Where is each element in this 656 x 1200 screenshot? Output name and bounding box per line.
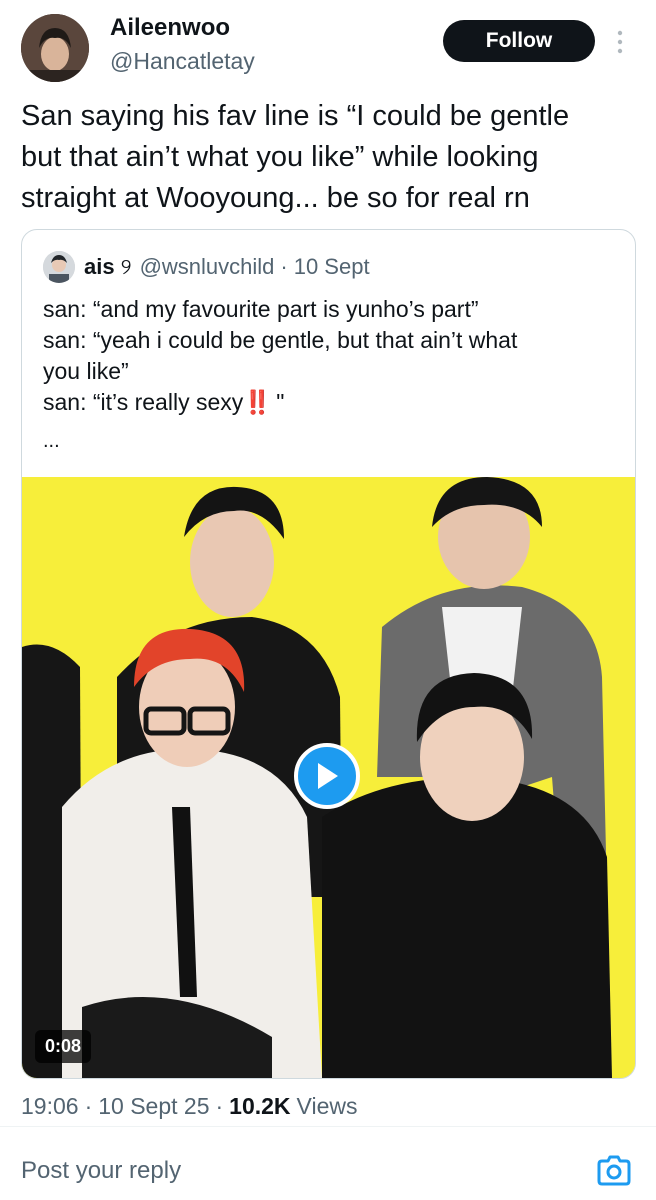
video-player[interactable]: 0:08	[22, 477, 635, 1078]
double-exclamation-emoji: ‼️	[243, 389, 272, 415]
meta-separator: ·	[215, 1093, 224, 1119]
tweet-header: Aileenwoo @Hancatletay Follow	[0, 0, 656, 90]
quoted-tweet[interactable]: ais ୨ @wsnluvchild · 10 Sept san: “and m…	[21, 229, 636, 1079]
views-count[interactable]: 10.2K	[229, 1093, 290, 1120]
tweet-text: San saying his fav line is “I could be g…	[21, 100, 570, 214]
views-label: Views	[296, 1093, 358, 1119]
video-duration: 0:08	[35, 1030, 92, 1063]
author-avatar[interactable]	[21, 14, 89, 82]
quote-line: san: “yeah i could be gentle, but that a…	[43, 327, 518, 353]
meta-separator: ·	[84, 1093, 93, 1119]
camera-icon[interactable]	[596, 1152, 632, 1188]
vertical-ellipsis-icon[interactable]	[612, 28, 628, 56]
quote-header: ais ୨ @wsnluvchild · 10 Sept	[43, 250, 370, 284]
quote-name-glyph: ୨	[120, 254, 132, 279]
quote-text: san: “and my favourite part is yunho’s p…	[43, 294, 613, 418]
quote-avatar-photo	[43, 251, 75, 283]
post-date[interactable]: 10 Sept 25	[98, 1093, 209, 1120]
quote-avatar[interactable]	[43, 251, 75, 283]
quote-author-handle[interactable]: @wsnluvchild	[140, 254, 275, 280]
quote-line-last: san: “it’s really sexy‼️ "	[43, 387, 613, 418]
quote-ellipsis: ...	[43, 430, 60, 452]
avatar-photo	[21, 14, 89, 82]
divider	[0, 1126, 656, 1127]
quote-line-last-text: san: “it’s really sexy	[43, 389, 244, 415]
author-name[interactable]: Aileenwoo	[110, 14, 230, 42]
play-icon	[318, 763, 338, 789]
reply-input[interactable]	[21, 1152, 581, 1190]
quote-line-last-suffix: "	[269, 389, 285, 415]
author-handle[interactable]: @Hancatletay	[110, 48, 255, 75]
play-button[interactable]	[294, 743, 360, 809]
quote-date[interactable]: 10 Sept	[294, 254, 370, 280]
quote-line: you like”	[43, 358, 129, 384]
follow-button[interactable]: Follow	[443, 20, 595, 62]
quote-line: san: “and my favourite part is yunho’s p…	[43, 296, 479, 322]
tweet-meta: 19:06 · 10 Sept 25 · 10.2K Views	[21, 1093, 357, 1120]
quote-author-name[interactable]: ais	[84, 254, 115, 280]
quote-separator: ·	[280, 254, 288, 279]
post-time[interactable]: 19:06	[21, 1093, 79, 1120]
